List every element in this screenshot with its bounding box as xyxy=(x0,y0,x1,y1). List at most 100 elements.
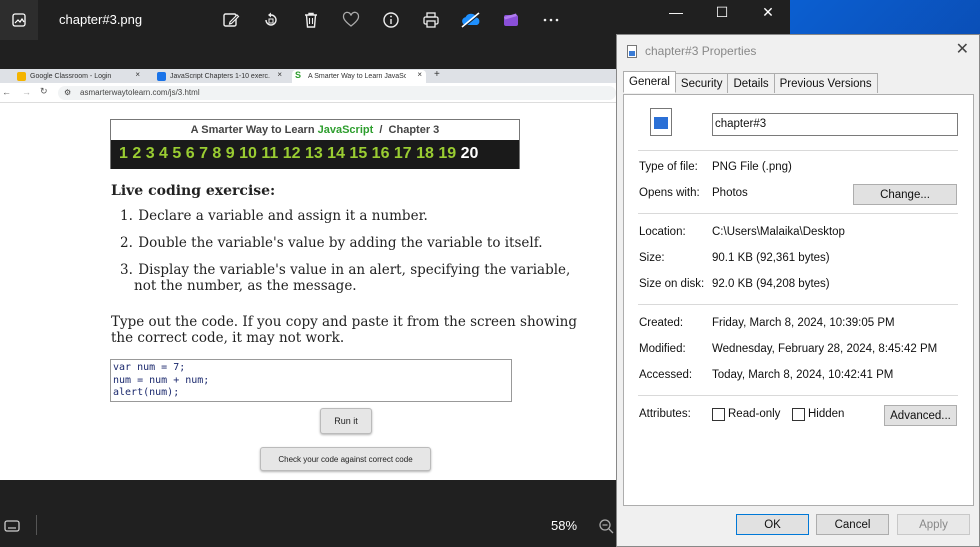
new-tab-icon: + xyxy=(434,69,440,80)
list-item: 1. Declare a variable and assign it a nu… xyxy=(120,208,428,224)
file-name-field[interactable]: chapter#3 xyxy=(712,113,958,136)
edit-image-icon[interactable] xyxy=(219,8,243,32)
back-arrow-icon: ← xyxy=(2,87,11,97)
browser-tab: JavaScript Chapters 1-10 exerc... × xyxy=(154,70,286,83)
size-value: 90.1 KB (92,361 bytes) xyxy=(712,252,830,264)
apply-button[interactable]: Apply xyxy=(897,514,970,535)
book-title: A Smarter Way to Learn JavaScript / Chap… xyxy=(111,120,519,140)
tab-close-icon: × xyxy=(277,70,282,79)
dialog-close-icon[interactable]: ✕ xyxy=(956,39,969,59)
displayed-image: Google Classroom - Login × JavaScript Ch… xyxy=(0,69,616,480)
modified-label: Modified: xyxy=(639,343,686,355)
location-value: C:\Users\Malaika\Desktop xyxy=(712,226,845,238)
current-chapter: 20 xyxy=(460,145,479,162)
file-name: chapter#3.png xyxy=(59,12,143,27)
classroom-favicon-icon xyxy=(17,72,26,81)
tab-previous-versions[interactable]: Previous Versions xyxy=(773,73,878,93)
book-title-prefix: A Smarter Way to Learn xyxy=(190,124,318,136)
maximize-button[interactable]: ☐ xyxy=(699,0,745,24)
dialog-title: chapter#3 Properties xyxy=(645,44,757,58)
divider xyxy=(36,515,37,535)
created-value: Friday, March 8, 2024, 10:39:05 PM xyxy=(712,317,895,329)
instruction-text: Type out the code. If you copy and paste… xyxy=(111,314,577,346)
type-label: Type of file: xyxy=(639,161,698,173)
exercise-steps: 1. Declare a variable and assign it a nu… xyxy=(120,208,590,305)
more-icon[interactable] xyxy=(539,8,563,32)
dialog-tabs: General Security Details Previous Versio… xyxy=(623,71,878,94)
exercise-heading: Live coding exercise: xyxy=(111,183,276,199)
browser-tab-strip: Google Classroom - Login × JavaScript Ch… xyxy=(0,69,616,83)
properties-dialog: chapter#3 Properties ✕ General Security … xyxy=(616,34,980,547)
chapter-links: 1 2 3 4 5 6 7 8 9 10 11 12 13 14 15 16 1… xyxy=(119,145,457,162)
browser-tab-title: Google Classroom - Login xyxy=(30,73,112,80)
reload-icon: ↻ xyxy=(40,86,48,96)
clipchamp-icon[interactable] xyxy=(499,8,523,32)
readonly-checkbox[interactable] xyxy=(712,408,725,421)
modified-value: Wednesday, February 28, 2024, 8:45:42 PM xyxy=(712,343,938,355)
divider xyxy=(638,213,958,214)
site-info-icon: ⚙ xyxy=(64,88,72,97)
opens-with-value: Photos xyxy=(712,187,748,199)
browser-tab-title: A Smarter Way to Learn JavaSc... xyxy=(308,73,406,80)
check-code-button: Check your code against correct code xyxy=(260,447,431,471)
size-on-disk-label: Size on disk: xyxy=(639,278,705,290)
hidden-checkbox[interactable] xyxy=(792,408,805,421)
onedrive-icon[interactable] xyxy=(459,8,483,32)
step-text: Double the variable's value by adding th… xyxy=(138,235,543,251)
close-button[interactable]: ✕ xyxy=(745,0,791,24)
ok-button[interactable]: OK xyxy=(736,514,809,535)
tab-close-icon: × xyxy=(135,70,140,79)
chapter-navigation: A Smarter Way to Learn JavaScript / Chap… xyxy=(110,119,520,169)
step-text: Declare a variable and assign it a numbe… xyxy=(138,208,428,224)
tab-details[interactable]: Details xyxy=(727,73,775,93)
url-field: ⚙ asmarterwaytolearn.com/js/3.html xyxy=(58,86,616,100)
zoom-out-icon[interactable] xyxy=(598,518,614,539)
url-text: asmarterwaytolearn.com/js/3.html xyxy=(80,88,200,97)
chapters-favicon-icon xyxy=(157,72,166,81)
book-title-js: JavaScript xyxy=(317,124,374,136)
filmstrip-icon[interactable] xyxy=(4,519,20,538)
created-label: Created: xyxy=(639,317,684,329)
print-icon[interactable] xyxy=(419,8,443,32)
hidden-label: Hidden xyxy=(808,408,845,420)
photos-app-icon xyxy=(0,0,38,40)
opens-with-label: Opens with: xyxy=(639,187,700,199)
favorite-icon[interactable] xyxy=(339,8,363,32)
attributes-label: Attributes: xyxy=(639,408,691,420)
type-value: PNG File (.png) xyxy=(712,161,792,173)
advanced-button[interactable]: Advanced... xyxy=(884,405,957,426)
general-panel: chapter#3 Type of file: PNG File (.png) … xyxy=(623,94,974,506)
dialog-titlebar: chapter#3 Properties xyxy=(627,43,756,59)
tab-security[interactable]: Security xyxy=(674,73,729,93)
change-button[interactable]: Change... xyxy=(853,184,957,205)
list-item: 3. Display the variable's value in an al… xyxy=(120,262,571,294)
step-text: Display the variable's value in an alert… xyxy=(134,262,571,294)
size-on-disk-value: 92.0 KB (94,208 bytes) xyxy=(712,278,830,290)
cancel-button[interactable]: Cancel xyxy=(816,514,889,535)
tab-close-icon: × xyxy=(417,70,422,79)
list-item: 2. Double the variable's value by adding… xyxy=(120,235,543,251)
zoom-level: 58% xyxy=(551,518,578,533)
browser-tab: Google Classroom - Login × xyxy=(14,70,144,83)
tab-general[interactable]: General xyxy=(623,71,676,93)
readonly-label: Read-only xyxy=(728,408,781,420)
browser-tab-active: S A Smarter Way to Learn JavaSc... × xyxy=(292,70,426,83)
rotate-icon[interactable] xyxy=(259,8,283,32)
info-icon[interactable] xyxy=(379,8,403,32)
delete-icon[interactable] xyxy=(299,8,323,32)
location-label: Location: xyxy=(639,226,686,238)
web-page: A Smarter Way to Learn JavaScript / Chap… xyxy=(0,103,616,480)
minimize-button[interactable]: — xyxy=(653,0,699,24)
size-label: Size: xyxy=(639,252,665,264)
png-file-icon xyxy=(650,108,672,136)
file-icon xyxy=(627,44,637,58)
accessed-value: Today, March 8, 2024, 10:42:41 PM xyxy=(712,369,894,381)
smarterway-favicon-icon: S xyxy=(295,70,302,80)
divider xyxy=(638,304,958,305)
browser-tab-title: JavaScript Chapters 1-10 exerc... xyxy=(170,73,270,80)
chapter-numbers: 1 2 3 4 5 6 7 8 9 10 11 12 13 14 15 16 1… xyxy=(111,140,519,169)
book-title-chapter: / Chapter 3 xyxy=(373,124,440,136)
divider xyxy=(638,150,958,151)
photos-bottom-bar: 58% xyxy=(0,505,616,547)
browser-address-bar: ← → ↻ ⚙ asmarterwaytolearn.com/js/3.html xyxy=(0,83,616,103)
